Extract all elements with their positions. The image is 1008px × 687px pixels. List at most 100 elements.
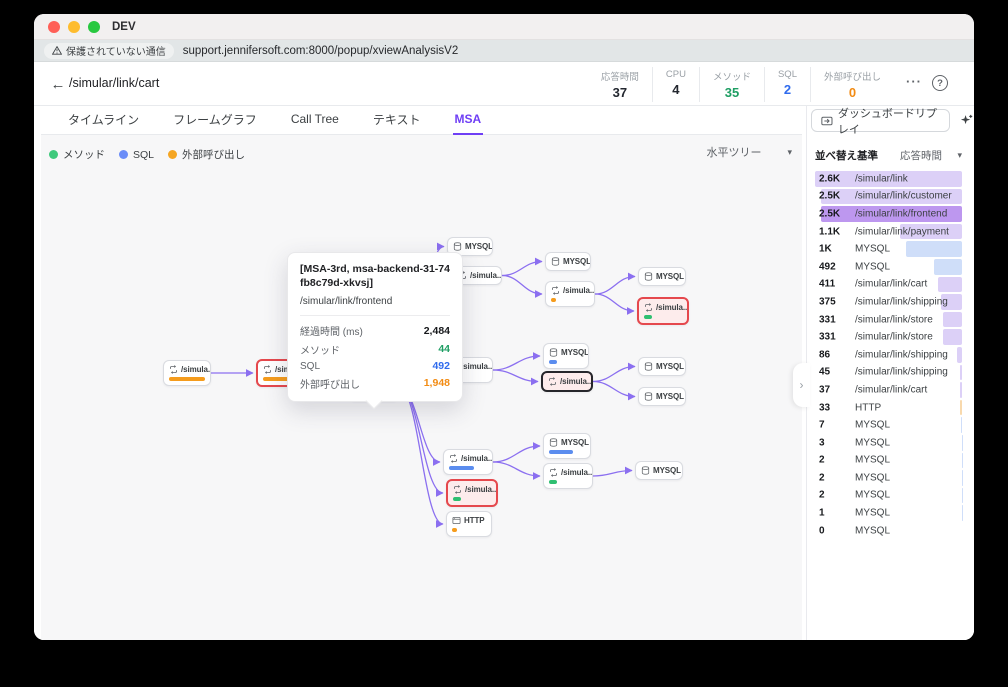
row-value: 2.5K (819, 208, 840, 219)
sort-label: 並べ替え基準 (815, 148, 878, 163)
traffic-light[interactable] (68, 21, 80, 33)
graph-edge (595, 294, 634, 311)
node-icon (452, 516, 461, 525)
tab[interactable]: MSA (453, 106, 484, 135)
row-value: 492 (819, 261, 836, 272)
node-metric-bar (549, 450, 573, 454)
transaction-row[interactable]: 37 /simular/link/cart (815, 381, 962, 399)
stat-label: メソッド (713, 69, 751, 83)
graph-edge (502, 262, 542, 276)
row-label: /simular/link/cart (855, 384, 927, 395)
window-titlebar: DEV (34, 14, 974, 40)
header-stat: 外部呼び出し 0 (810, 67, 894, 102)
tab[interactable]: テキスト (371, 106, 423, 135)
transaction-row[interactable]: 86 /simular/link/shipping (815, 346, 962, 364)
stat-value: 0 (824, 85, 881, 100)
tab-bar: タイムライン フレームグラフ Call Tree テキスト MSA (41, 106, 802, 135)
graph-node[interactable]: /simula... (443, 449, 493, 475)
transaction-row[interactable]: 3 MYSQL (815, 434, 962, 452)
transaction-row[interactable]: 2.5K /simular/link/frontend (815, 205, 962, 223)
node-label: /simula... (465, 485, 498, 494)
graph-node[interactable]: MYSQL (543, 343, 589, 369)
graph-node[interactable]: MYSQL (638, 387, 686, 406)
dashboard-replay-label: ダッシュボードリプレイ (838, 105, 940, 137)
stat-label: 外部呼び出し (824, 69, 881, 83)
transaction-row[interactable]: 2.5K /simular/link/customer (815, 188, 962, 206)
node-label: MYSQL (563, 257, 591, 266)
transaction-row[interactable]: 1.1K /simular/link/payment (815, 223, 962, 241)
traffic-light[interactable] (48, 21, 60, 33)
sparkle-add-button[interactable] (959, 113, 974, 128)
graph-node[interactable]: HTTP (446, 511, 492, 537)
row-value: 7 (819, 420, 825, 431)
back-button[interactable]: ← (47, 73, 69, 95)
transaction-row[interactable]: 2 MYSQL (815, 469, 962, 487)
tab-label: Call Tree (291, 112, 339, 126)
tooltip-row-value: 2,484 (424, 325, 450, 337)
graph-node[interactable]: /simula... (163, 360, 211, 386)
help-button[interactable]: ? (932, 75, 948, 91)
node-icon (644, 362, 653, 371)
graph-canvas[interactable]: /simula... /simula... /simula... (41, 135, 802, 640)
graph-node[interactable]: MYSQL (638, 357, 686, 376)
chevron-down-icon[interactable]: ▾ (957, 150, 962, 161)
transaction-row[interactable]: 411 /simular/link/cart (815, 276, 962, 294)
node-label: /simula... (181, 365, 211, 374)
graph-node[interactable]: MYSQL (638, 267, 686, 286)
database-icon (644, 362, 653, 371)
node-metric-bar (549, 480, 557, 484)
graph-node[interactable]: /simula... (545, 281, 595, 307)
dashboard-replay-button[interactable]: ダッシュボードリプレイ (811, 109, 950, 132)
security-badge[interactable]: 保護されていない通信 (44, 43, 174, 59)
graph-edge (399, 387, 443, 493)
node-label: MYSQL (656, 362, 684, 371)
more-button[interactable]: ··· (906, 74, 922, 89)
row-value: 1 (819, 508, 825, 519)
transaction-row[interactable]: 1 MYSQL (815, 504, 962, 522)
row-value: 1K (819, 244, 832, 255)
transaction-row[interactable]: 33 HTTP (815, 399, 962, 417)
transaction-row[interactable]: 492 MYSQL (815, 258, 962, 276)
graph-node[interactable]: MYSQL (543, 433, 591, 459)
graph-node[interactable]: /simula... (637, 297, 689, 325)
graph-node[interactable]: MYSQL (635, 461, 683, 480)
app-header: ← /simular/link/cart 応答時間 37 CPU 4 メソッド … (34, 62, 974, 106)
tab[interactable]: タイムライン (66, 106, 141, 135)
transaction-row[interactable]: 375 /simular/link/shipping (815, 293, 962, 311)
transaction-row[interactable]: 331 /simular/link/store (815, 328, 962, 346)
tab[interactable]: フレームグラフ (171, 106, 259, 135)
node-icon (551, 257, 560, 266)
row-bar (906, 241, 962, 257)
row-label: /simular/link/customer (855, 191, 952, 202)
graph-node[interactable]: MYSQL (545, 252, 591, 271)
tab[interactable]: Call Tree (289, 106, 341, 135)
collapse-sidebar-handle[interactable]: › (793, 363, 810, 407)
header-stat: CPU 4 (652, 67, 699, 102)
tooltip-row: メソッド 44 (300, 342, 450, 357)
transaction-row[interactable]: 0 MYSQL (815, 522, 962, 540)
header-stat: 応答時間 37 (588, 67, 652, 102)
stat-value: 2 (778, 82, 797, 97)
graph-node[interactable]: /simula... (543, 463, 593, 489)
transaction-row[interactable]: 331 /simular/link/store (815, 311, 962, 329)
transaction-row[interactable]: 2 MYSQL (815, 487, 962, 505)
graph-node[interactable]: /simula... (446, 479, 498, 507)
row-bar (938, 277, 962, 293)
stat-value: 35 (713, 85, 751, 100)
database-icon (453, 242, 462, 251)
address-bar[interactable]: 保護されていない通信 support.jennifersoft.com:8000… (34, 40, 974, 62)
transaction-row[interactable]: 45 /simular/link/shipping (815, 364, 962, 382)
graph-node[interactable]: /simula... (541, 371, 593, 392)
traffic-light[interactable] (88, 21, 100, 33)
row-value: 331 (819, 332, 836, 343)
tooltip-row-label: SQL (300, 361, 320, 372)
transaction-row[interactable]: 2 MYSQL (815, 452, 962, 470)
sort-select[interactable]: 応答時間 (900, 148, 942, 163)
sidebar-toolbar: ダッシュボードリプレイ (807, 106, 974, 135)
graph-edge (595, 277, 635, 295)
transaction-row[interactable]: 7 MYSQL (815, 416, 962, 434)
transaction-row[interactable]: 2.6K /simular/link (815, 170, 962, 188)
node-tooltip: [MSA-3rd, msa-backend-31-74fb8c79d-xkvsj… (287, 252, 463, 402)
transaction-row[interactable]: 1K MYSQL (815, 240, 962, 258)
node-label: MYSQL (561, 348, 589, 357)
